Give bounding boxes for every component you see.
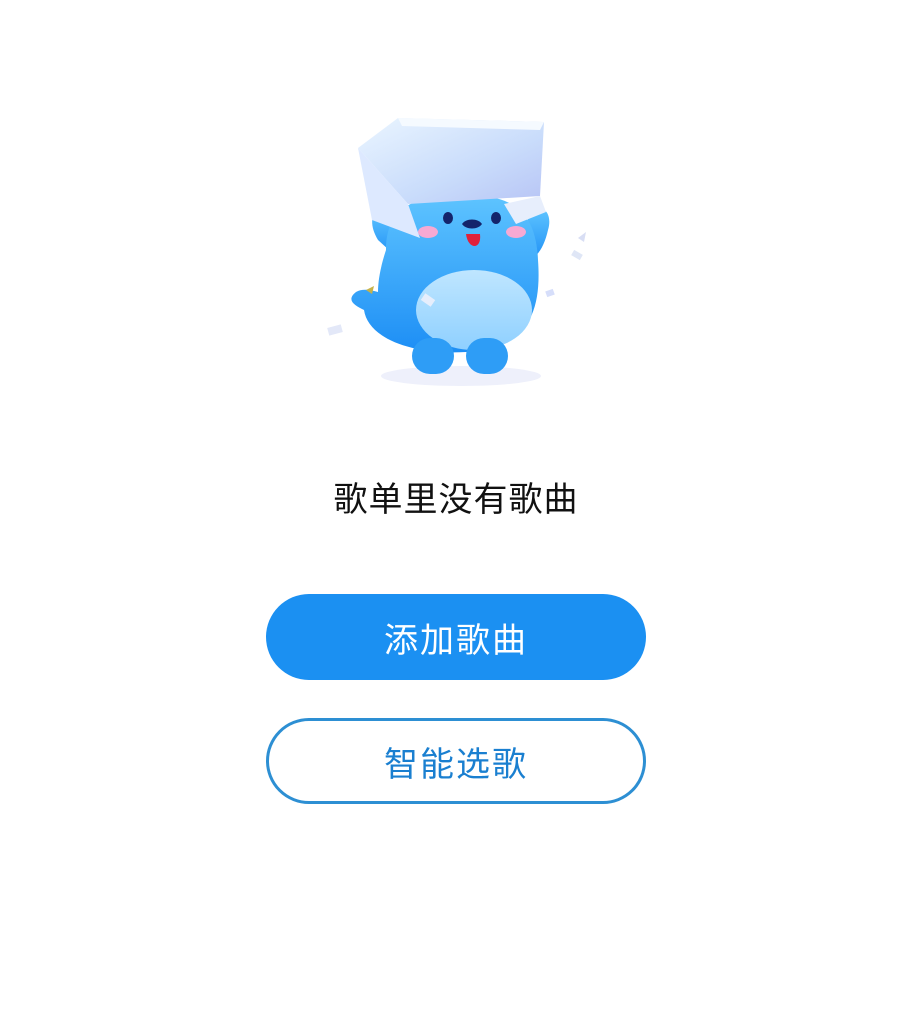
mascot-illustration: [316, 100, 606, 400]
add-songs-button[interactable]: 添加歌曲: [266, 594, 646, 680]
empty-playlist-message: 歌单里没有歌曲: [333, 480, 579, 520]
smart-pick-button[interactable]: 智能选歌: [266, 718, 646, 804]
empty-playlist-screen: 歌单里没有歌曲 添加歌曲 智能选歌: [0, 0, 912, 1024]
